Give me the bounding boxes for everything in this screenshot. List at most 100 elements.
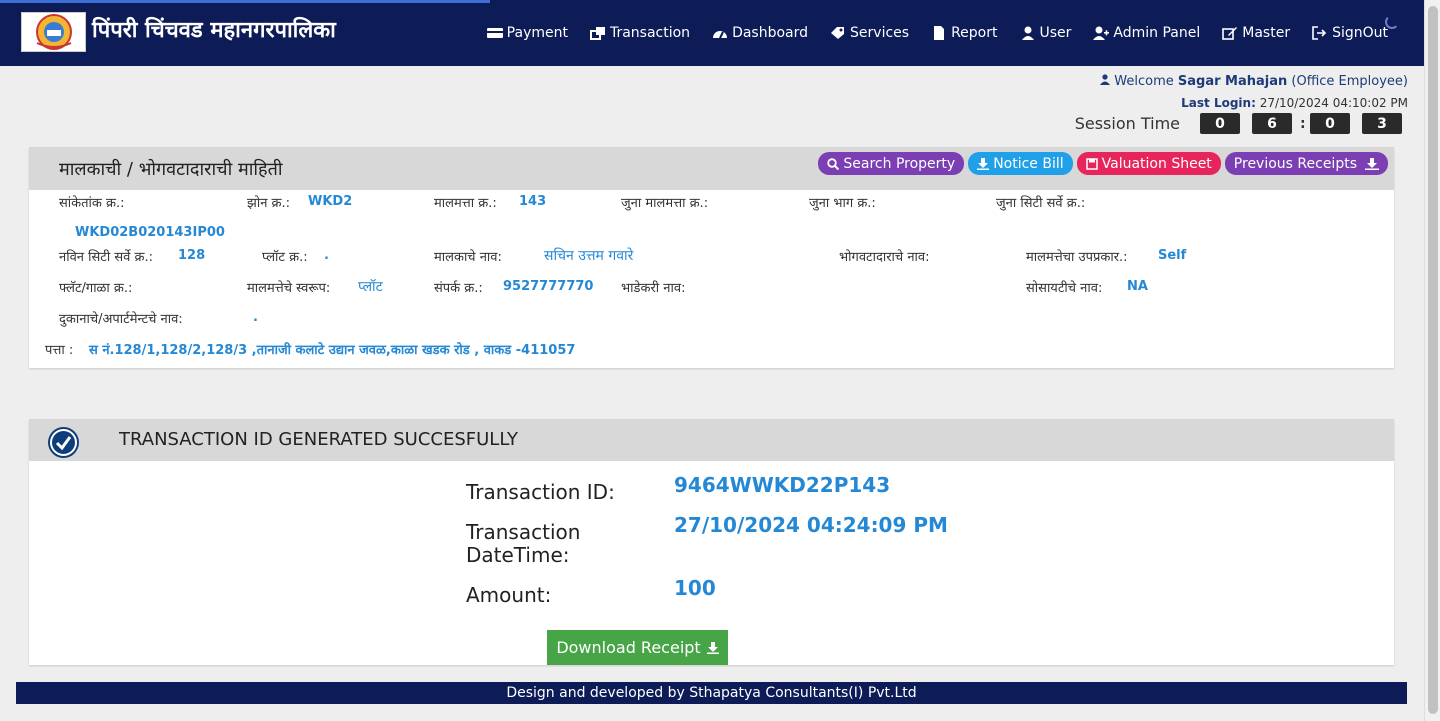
transaction-panel-header: TRANSACTION ID GENERATED SUCCESFULLY	[29, 419, 1394, 461]
owner-info-panel: मालकाची / भोगवटादाराची माहिती Search Pro…	[29, 147, 1394, 368]
file-icon	[931, 26, 947, 40]
dashboard-icon	[712, 26, 728, 40]
transaction-datetime-label-1: Transaction	[466, 520, 581, 544]
session-colon: :	[1300, 115, 1306, 132]
session-label: Session Time	[1074, 114, 1180, 133]
juna-bhag-label: जुना भाग क्र.:	[809, 196, 876, 211]
nav-payment[interactable]: Payment	[486, 25, 568, 41]
malmatta-value: 143	[519, 194, 547, 209]
transaction-id-value: 9464WWKD22P143	[674, 473, 891, 497]
sanketank-value: WKD02B020143IP00	[75, 225, 225, 240]
subtype-label: मालमत्तेचा उपप्रकार.:	[1026, 250, 1128, 265]
vertical-scrollbar[interactable]	[1424, 0, 1440, 721]
owner-panel-title: मालकाची / भोगवटादाराची माहिती	[59, 159, 283, 180]
transaction-panel-title: TRANSACTION ID GENERATED SUCCESFULLY	[119, 429, 518, 450]
navin-city-label: नविन सिटी सर्वे क्र.:	[59, 250, 154, 265]
juna-malmatta-label: जुना मालमत्ता क्र.:	[621, 196, 709, 211]
loading-bar	[0, 0, 490, 3]
society-label: सोसायटीचे नाव:	[1026, 281, 1103, 296]
nav-transaction-label: Transaction	[609, 25, 691, 41]
nav-services-label: Services	[850, 25, 910, 41]
nav-transaction[interactable]: Transaction	[589, 25, 691, 41]
occupant-label: भोगवटादाराचे नाव:	[839, 250, 930, 265]
owner-name-value: सचिन उत्तम गवारे	[544, 248, 634, 264]
download-receipt-button[interactable]: Download Receipt	[547, 630, 728, 665]
edit-icon	[1222, 26, 1238, 40]
transaction-datetime-value: 27/10/2024 04:24:09 PM	[674, 513, 948, 537]
plot-value: .	[324, 248, 329, 263]
logo-emblem	[35, 14, 72, 50]
transfer-icon	[589, 26, 606, 40]
nav-signout-label: SignOut	[1332, 25, 1388, 41]
top-navbar: पिंपरी चिंचवड महानगरपालिका Payment Trans…	[0, 0, 1424, 66]
owner-name-label: मालकाचे नाव:	[434, 250, 502, 265]
amount-value: 100	[674, 576, 716, 600]
contact-value: 9527777770	[503, 279, 594, 294]
nav-dashboard-label: Dashboard	[732, 25, 809, 41]
download-icon	[706, 641, 719, 654]
notice-bill-label: Notice Bill	[993, 155, 1064, 172]
nav-user[interactable]: User	[1020, 25, 1071, 41]
download-receipt-label: Download Receipt	[556, 638, 701, 657]
search-icon	[827, 157, 840, 170]
sanketank-label: सांकेतांक क्र.:	[59, 196, 125, 211]
last-login-value: 27/10/2024 04:10:02 PM	[1259, 96, 1408, 110]
nav-dashboard[interactable]: Dashboard	[712, 25, 808, 41]
nav-signout[interactable]: SignOut	[1312, 25, 1388, 41]
download-icon	[1365, 157, 1379, 170]
transaction-panel: TRANSACTION ID GENERATED SUCCESFULLY Tra…	[29, 419, 1394, 665]
session-digit: 0	[1310, 113, 1350, 134]
nav-report[interactable]: Report	[931, 25, 998, 41]
transaction-datetime-label-2: DateTime:	[466, 543, 570, 567]
owner-panel-actions: Search Property Notice Bill Valuation Sh…	[818, 152, 1388, 175]
pcmc-logo[interactable]	[21, 12, 86, 52]
user-plus-icon	[1093, 26, 1110, 40]
notice-bill-button[interactable]: Notice Bill	[968, 152, 1073, 175]
search-property-label: Search Property	[843, 155, 956, 172]
save-icon	[1085, 157, 1098, 170]
main-nav: Payment Transaction Dashboard Services R…	[465, 25, 1388, 41]
check-circle-icon	[50, 429, 77, 456]
valuation-sheet-button[interactable]: Valuation Sheet	[1076, 152, 1221, 175]
previous-receipts-button[interactable]: Previous Receipts	[1224, 152, 1388, 175]
amount-label: Amount:	[466, 583, 552, 607]
nav-admin-panel-label: Admin Panel	[1113, 25, 1201, 41]
nav-admin-panel[interactable]: Admin Panel	[1093, 25, 1200, 41]
tag-icon	[830, 26, 846, 40]
shop-value: .	[253, 310, 258, 325]
nav-master-label: Master	[1242, 25, 1291, 41]
zone-label: झोन क्र.:	[247, 196, 291, 211]
nature-label: मालमत्तेचे स्वरूप:	[247, 281, 331, 296]
user-icon	[1020, 26, 1036, 40]
session-digit: 3	[1362, 113, 1402, 134]
welcome-text: Welcome Sagar Mahajan (Office Employee)	[1100, 74, 1408, 89]
nav-report-label: Report	[951, 25, 998, 41]
nav-payment-label: Payment	[506, 25, 568, 41]
subtype-value: Self	[1158, 248, 1187, 263]
last-login: Last Login: 27/10/2024 04:10:02 PM	[1181, 96, 1408, 110]
valuation-sheet-label: Valuation Sheet	[1101, 155, 1212, 172]
card-icon	[486, 26, 503, 40]
nav-services[interactable]: Services	[830, 25, 909, 41]
nature-value: प्लॉट	[358, 279, 383, 295]
tenant-label: भाडेकरी नाव:	[621, 281, 686, 296]
loading-spinner-icon	[1385, 15, 1399, 29]
signout-icon	[1312, 26, 1328, 40]
download-icon	[977, 157, 990, 170]
scrollbar-thumb[interactable]	[1428, 6, 1438, 714]
user-role: (Office Employee)	[1291, 74, 1408, 89]
session-digit: 0	[1200, 113, 1240, 134]
shop-label: दुकानाचे/अपार्टमेन्टचे नाव:	[59, 312, 183, 327]
address-label: पत्ता :	[45, 343, 74, 358]
footer: Design and developed by Sthapatya Consul…	[16, 682, 1407, 704]
nav-master[interactable]: Master	[1222, 25, 1290, 41]
owner-panel-header: मालकाची / भोगवटादाराची माहिती Search Pro…	[29, 147, 1394, 190]
plot-label: प्लॉट क्र.:	[262, 250, 308, 265]
session-timer: Session Time 0 6 : 0 3	[1075, 113, 1402, 134]
transaction-id-label: Transaction ID:	[466, 480, 615, 504]
search-property-button[interactable]: Search Property	[818, 152, 965, 175]
flat-label: फ्लॅट/गाळा क्र.:	[59, 281, 133, 296]
society-value: NA	[1127, 279, 1148, 294]
app-title: पिंपरी चिंचवड महानगरपालिका	[92, 18, 336, 43]
zone-value: WKD2	[308, 194, 353, 209]
